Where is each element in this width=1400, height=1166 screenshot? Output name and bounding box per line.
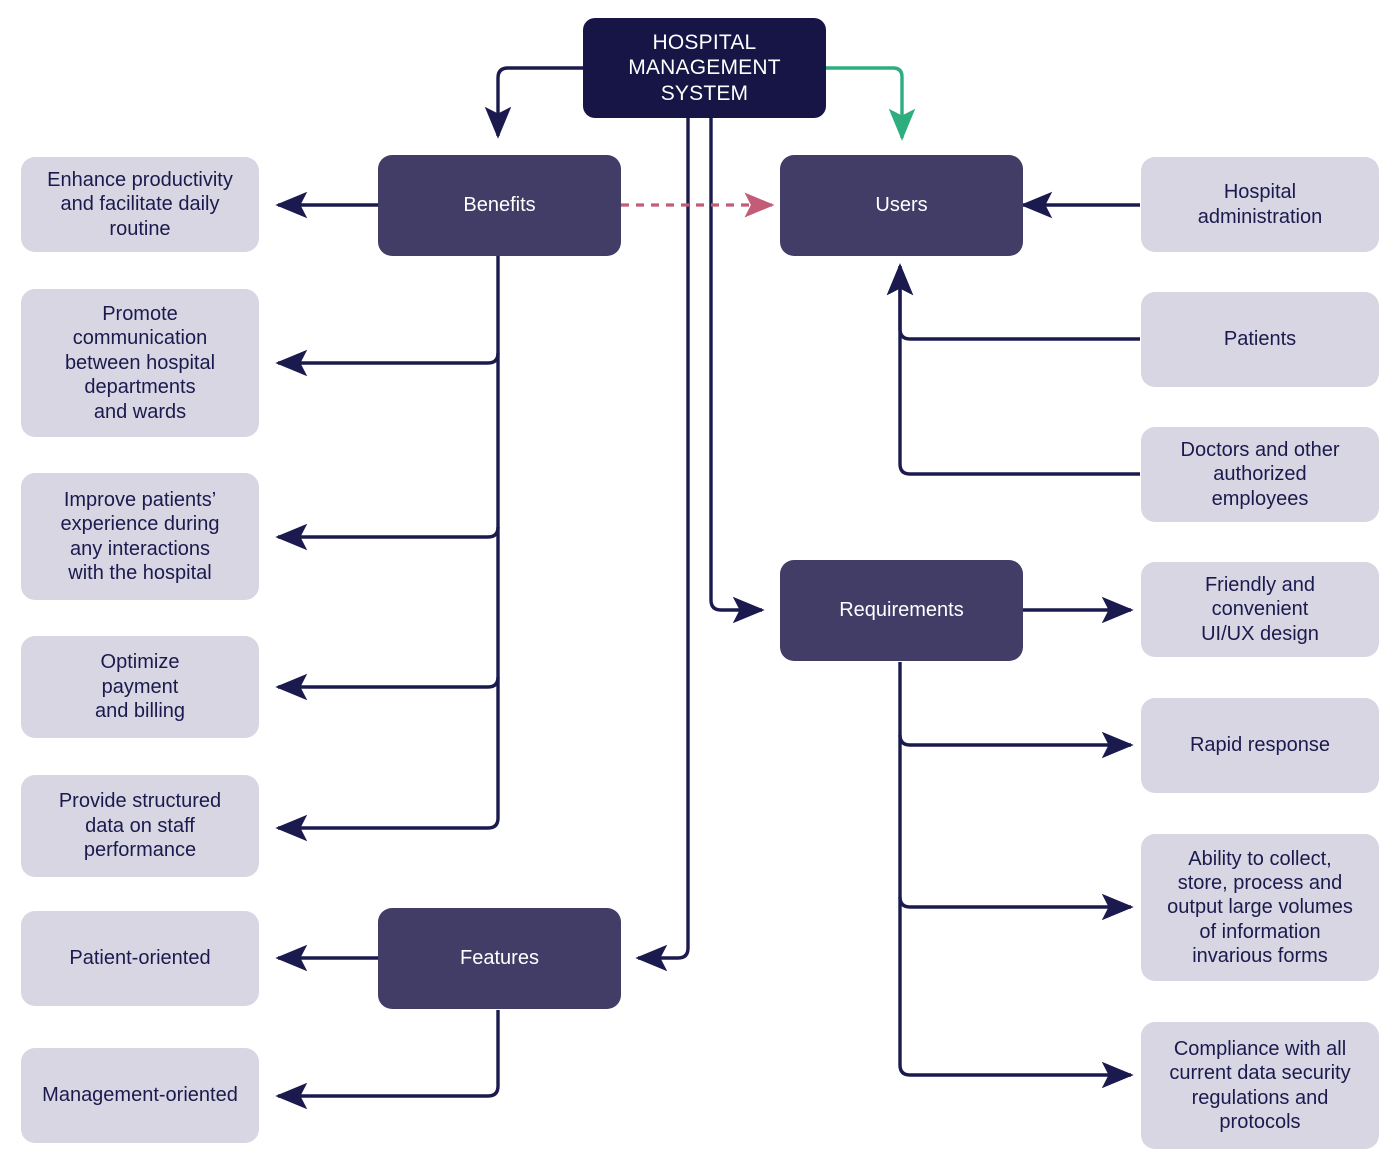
node-label: Hospital administration	[1197, 181, 1323, 228]
edge-root-to-requirements	[709, 117, 765, 624]
leaf-doctors-authorized-employees[interactable]: Doctors and other authorized employees	[1141, 427, 1379, 522]
edge-root-to-features	[635, 117, 690, 972]
node-label: Doctors and other authorized employees	[1180, 438, 1340, 510]
leaf-management-oriented[interactable]: Management-oriented	[21, 1048, 259, 1143]
leaf-friendly-ui-ux[interactable]: Friendly and convenient UI/UX design	[1141, 562, 1379, 657]
node-label: Compliance with all current data securit…	[1169, 1037, 1351, 1133]
leaf-patients[interactable]: Patients	[1141, 292, 1379, 387]
edge-features-trunk-item-2	[275, 1010, 500, 1110]
node-label: Provide structured data on staff perform…	[58, 790, 222, 862]
edge-requirements-trunk	[898, 662, 1134, 1089]
node-requirements[interactable]: Requirements	[780, 560, 1023, 661]
leaf-optimize-payment-billing[interactable]: Optimize payment and billing	[21, 636, 259, 738]
leaf-rapid-response[interactable]: Rapid response	[1141, 698, 1379, 793]
edge-root-to-benefits	[484, 66, 583, 139]
edge-benefits-item-3	[275, 523, 500, 551]
node-label: Patients	[1223, 328, 1297, 351]
node-label: Optimize payment and billing	[94, 651, 186, 723]
leaf-structured-staff-data[interactable]: Provide structured data on staff perform…	[21, 775, 259, 877]
leaf-improve-patients-experience[interactable]: Improve patients’ experience during any …	[21, 473, 259, 600]
node-label: Patient-oriented	[69, 947, 211, 970]
node-label: Improve patients’ experience during any …	[60, 488, 220, 584]
node-label: Ability to collect, store, process and o…	[1167, 847, 1353, 968]
node-label: Benefits	[463, 194, 536, 217]
edge-benefits-trunk	[275, 256, 500, 842]
edge-benefits-item-2	[275, 349, 500, 377]
leaf-patient-oriented[interactable]: Patient-oriented	[21, 911, 259, 1006]
node-label: HOSPITAL MANAGEMENT SYSTEM	[628, 30, 781, 105]
diagram-canvas: HOSPITAL MANAGEMENT SYSTEM Benefits User…	[0, 0, 1400, 1166]
node-users[interactable]: Users	[780, 155, 1023, 256]
edge-doctors-to-users	[886, 263, 1140, 476]
node-hospital-management-system[interactable]: HOSPITAL MANAGEMENT SYSTEM	[583, 18, 826, 118]
node-label: Requirements	[839, 599, 964, 622]
leaf-security-compliance[interactable]: Compliance with all current data securit…	[1141, 1022, 1379, 1149]
node-label: Enhance productivity and facilitate dail…	[47, 168, 233, 240]
node-label: Promote communication between hospital d…	[64, 303, 216, 423]
edge-requirements-item-3	[898, 893, 1134, 921]
leaf-data-volume-handling[interactable]: Ability to collect, store, process and o…	[1141, 834, 1379, 981]
node-benefits[interactable]: Benefits	[378, 155, 621, 256]
edge-benefits-item-4	[275, 673, 500, 701]
node-label: Features	[460, 947, 539, 970]
node-label: Rapid response	[1189, 734, 1331, 757]
edge-patients-to-users	[886, 263, 1140, 341]
edge-root-users-green	[796, 54, 916, 141]
node-features[interactable]: Features	[378, 908, 621, 1009]
edge-requirements-item-2	[898, 731, 1134, 759]
node-label: Management-oriented	[42, 1084, 238, 1107]
leaf-promote-communication[interactable]: Promote communication between hospital d…	[21, 289, 259, 437]
leaf-hospital-administration[interactable]: Hospital administration	[1141, 157, 1379, 252]
leaf-enhance-productivity[interactable]: Enhance productivity and facilitate dail…	[21, 157, 259, 252]
node-label: Users	[875, 194, 928, 217]
node-label: Friendly and convenient UI/UX design	[1201, 573, 1319, 645]
